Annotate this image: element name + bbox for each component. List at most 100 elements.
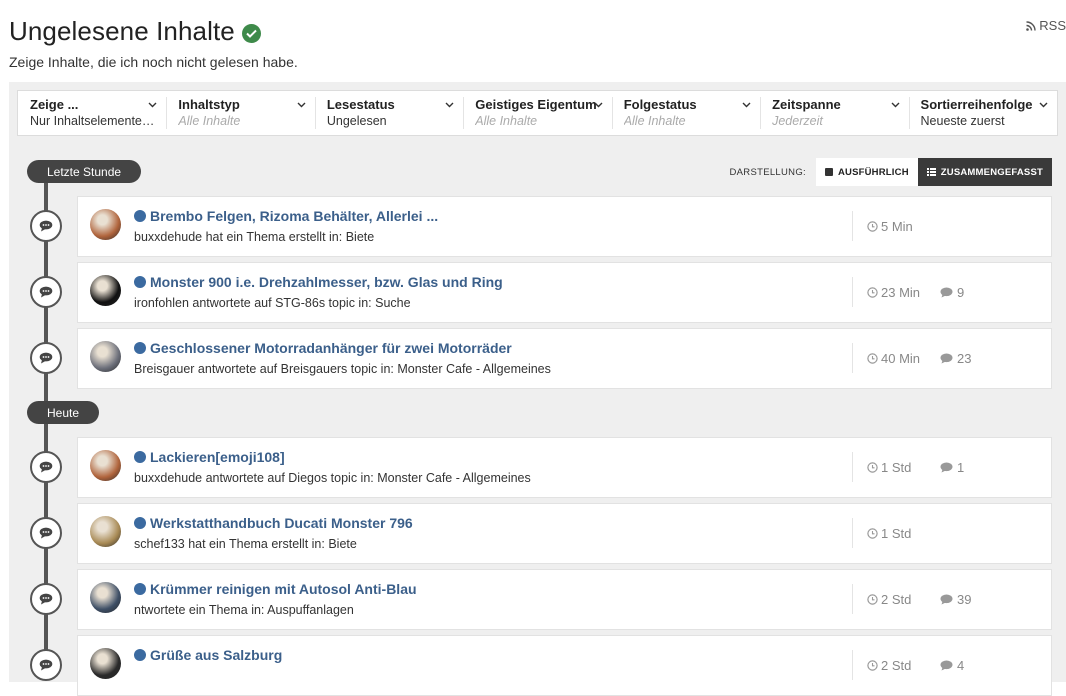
filter-label: Folgestatus <box>623 97 697 112</box>
meta-divider <box>852 650 853 680</box>
item-title-link[interactable]: Brembo Felgen, Rizoma Behälter, Allerlei… <box>134 208 438 224</box>
page-header: Ungelesene Inhalte Zeige Inhalte, die ic… <box>9 16 298 70</box>
item-time: 2 Std <box>867 592 911 607</box>
unread-dot-icon <box>134 276 146 288</box>
item-replies: 4 <box>940 658 964 673</box>
view-expanded-label: AUSFÜHRLICH <box>837 166 909 178</box>
comment-bubble-icon <box>30 517 62 549</box>
item-time-label: 1 Std <box>881 526 912 541</box>
stream-item: Lackieren[emoji108] buxxdehude antwortete… <box>77 437 1052 498</box>
item-description: Breisgauer antwortete auf Breisgauers to… <box>134 362 551 376</box>
clock-icon <box>867 221 878 232</box>
avatar[interactable] <box>90 275 121 306</box>
avatar[interactable] <box>90 516 121 547</box>
filter-own-content[interactable]: Geistiges Eigentum Alle Inhalte <box>463 91 611 135</box>
comment-bubble-icon <box>30 583 62 615</box>
comment-bubble-icon <box>30 451 62 483</box>
item-replies: 9 <box>940 285 964 300</box>
filter-sort-order[interactable]: Sortierreihenfolge Neueste zuerst <box>908 91 1057 135</box>
view-label: DARSTELLUNG: <box>729 166 806 178</box>
avatar[interactable] <box>90 450 121 481</box>
item-time: 40 Min <box>867 351 920 366</box>
clock-icon <box>867 528 878 539</box>
item-title: Werkstatthandbuch Ducati Monster 796 <box>150 515 413 531</box>
item-description: schef133 hat ein Thema erstellt in: Biet… <box>134 537 357 551</box>
item-time: 2 Std <box>867 658 911 673</box>
chevron-down-icon <box>891 102 900 108</box>
group-label-today: Heute <box>27 401 100 424</box>
unread-dot-icon <box>134 583 146 595</box>
item-title-link[interactable]: Geschlossener Motorradanhänger für zwei … <box>134 340 512 356</box>
filter-value: Alle Inhalte <box>623 114 686 128</box>
item-title-link[interactable]: Werkstatthandbuch Ducati Monster 796 <box>134 515 413 531</box>
clock-icon <box>867 594 878 605</box>
item-title-link[interactable]: Grüße aus Salzburg <box>134 647 282 663</box>
view-condensed-button[interactable]: ZUSAMMENGEFASST <box>917 158 1052 186</box>
rss-icon <box>1026 20 1036 31</box>
chevron-down-icon <box>297 102 306 108</box>
comment-bubble-icon <box>30 210 62 242</box>
item-title-link[interactable]: Monster 900 i.e. Drehzahlmesser, bzw. Gl… <box>134 274 503 290</box>
item-replies: 23 <box>940 351 971 366</box>
item-replies: 1 <box>940 460 964 475</box>
item-description: buxxdehude hat ein Thema erstellt in: Bi… <box>134 230 375 244</box>
item-title: Lackieren[emoji108] <box>150 449 285 465</box>
stream-item: Werkstatthandbuch Ducati Monster 796 sche… <box>77 503 1052 564</box>
meta-divider <box>852 277 853 307</box>
meta-divider <box>852 343 853 373</box>
filter-read-status[interactable]: Lesestatus Ungelesen <box>314 91 463 135</box>
view-switcher: DARSTELLUNG: AUSFÜHRLICH ZUSAMMENGEFASST <box>729 158 1052 186</box>
square-icon <box>824 168 833 176</box>
item-title: Krümmer reinigen mit Autosol Anti-Blau <box>150 581 417 597</box>
filter-value: Alle Inhalte <box>178 114 241 128</box>
filter-label: Lesestatus <box>326 97 395 112</box>
comment-icon <box>940 462 953 473</box>
stream-item: Brembo Felgen, Rizoma Behälter, Allerlei… <box>77 196 1052 257</box>
item-title: Geschlossener Motorradanhänger für zwei … <box>150 340 512 356</box>
stream-item: Monster 900 i.e. Drehzahlmesser, bzw. Gl… <box>77 262 1052 323</box>
view-expanded-button[interactable]: AUSFÜHRLICH <box>815 158 918 186</box>
item-time-label: 2 Std <box>881 658 912 673</box>
item-description: buxxdehude antwortete auf Diegos topic i… <box>134 471 531 485</box>
avatar[interactable] <box>90 648 121 679</box>
avatar[interactable] <box>90 341 121 372</box>
stream-item: Geschlossener Motorradanhänger für zwei … <box>77 328 1052 389</box>
item-replies-count: 1 <box>957 460 965 475</box>
filter-bar: Zeige ... Nur Inhaltselemente… Inhaltsty… <box>17 90 1058 136</box>
item-description: ntwortete ein Thema in: Auspuffanlagen <box>134 603 354 617</box>
filter-value: Nur Inhaltselemente… <box>30 114 155 128</box>
comment-icon <box>940 660 953 671</box>
item-title-link[interactable]: Krümmer reinigen mit Autosol Anti-Blau <box>134 581 417 597</box>
filter-timespan[interactable]: Zeitspanne Jederzeit <box>760 91 908 135</box>
filter-content-type[interactable]: Inhaltstyp Alle Inhalte <box>166 91 314 135</box>
chevron-down-icon <box>148 102 157 108</box>
clock-icon <box>867 462 878 473</box>
filter-show[interactable]: Zeige ... Nur Inhaltselemente… <box>18 91 166 135</box>
item-replies-count: 4 <box>957 658 965 673</box>
meta-divider <box>852 452 853 482</box>
rss-label: RSS <box>1039 18 1066 33</box>
avatar[interactable] <box>90 582 121 613</box>
item-time-label: 2 Std <box>881 592 912 607</box>
meta-divider <box>852 518 853 548</box>
item-title-link[interactable]: Lackieren[emoji108] <box>134 449 285 465</box>
filter-label: Sortierreihenfolge <box>920 97 1033 112</box>
comment-bubble-icon <box>30 649 62 681</box>
unread-dot-icon <box>134 451 146 463</box>
stream-item: Krümmer reinigen mit Autosol Anti-Blau nt… <box>77 569 1052 630</box>
item-time: 1 Std <box>867 526 911 541</box>
item-replies: 39 <box>940 592 971 607</box>
chevron-down-icon <box>742 102 751 108</box>
item-title: Brembo Felgen, Rizoma Behälter, Allerlei… <box>150 208 439 224</box>
chevron-down-icon <box>445 102 454 108</box>
item-replies-count: 39 <box>957 592 972 607</box>
item-title: Monster 900 i.e. Drehzahlmesser, bzw. Gl… <box>150 274 503 290</box>
filter-follow-status[interactable]: Folgestatus Alle Inhalte <box>611 91 760 135</box>
item-replies-count: 23 <box>957 351 972 366</box>
avatar[interactable] <box>90 209 121 240</box>
list-icon <box>926 168 936 176</box>
rss-link[interactable]: RSS <box>1026 18 1066 33</box>
view-condensed-label: ZUSAMMENGEFASST <box>940 166 1043 178</box>
filter-value: Jederzeit <box>772 114 823 128</box>
page-title: Ungelesene Inhalte <box>9 16 235 46</box>
